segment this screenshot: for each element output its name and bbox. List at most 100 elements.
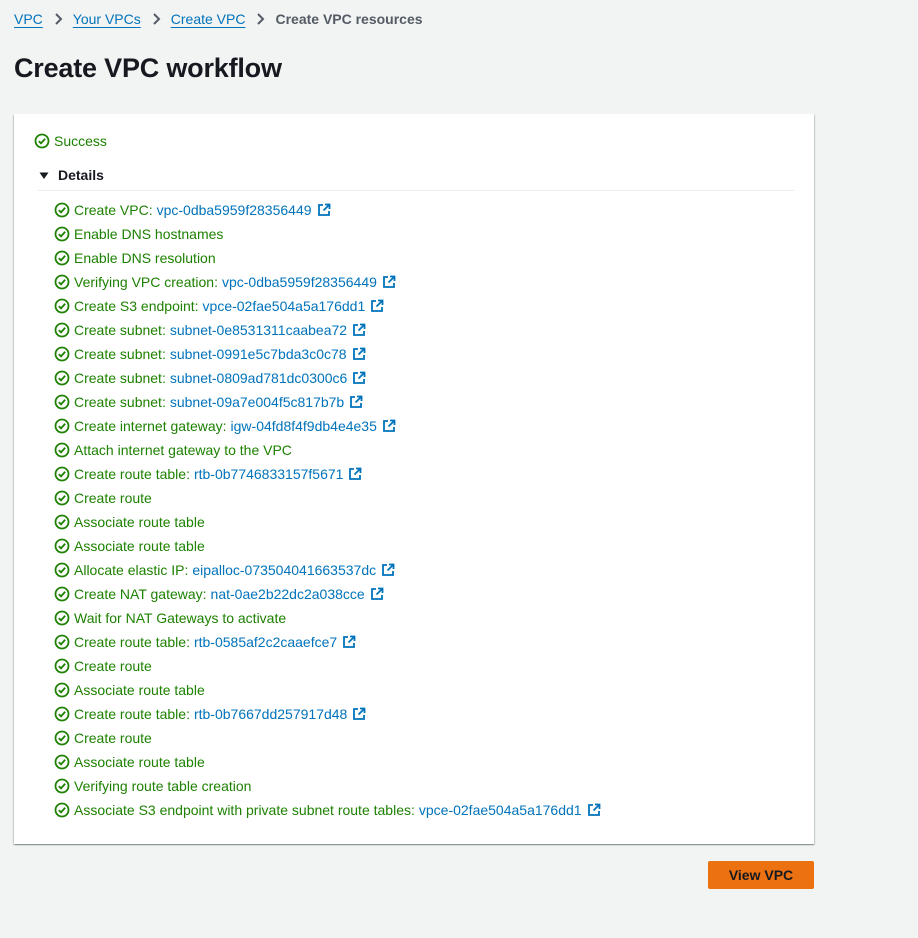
workflow-step: Associate route table <box>54 678 601 702</box>
external-link-icon[interactable] <box>317 203 331 217</box>
step-resource-link[interactable]: subnet-0809ad781dc0300c6 <box>170 370 348 386</box>
status-indicator: Success <box>34 131 107 151</box>
workflow-step: Verifying VPC creation: vpc-0dba5959f2835… <box>54 270 601 294</box>
workflow-step: Wait for NAT Gateways to activate <box>54 606 601 630</box>
step-resource-link[interactable]: nat-0ae2b22dc2a038cce <box>211 586 365 602</box>
external-link-icon[interactable] <box>352 707 366 721</box>
workflow-step: Enable DNS resolution <box>54 246 601 270</box>
breadcrumb-create-vpc[interactable]: Create VPC <box>171 11 246 27</box>
step-text: Verifying route table creation <box>74 778 252 794</box>
external-link-icon[interactable] <box>352 323 366 337</box>
check-circle-icon <box>54 346 70 362</box>
step-resource-link[interactable]: rtb-0585af2c2caaefce7 <box>194 634 337 650</box>
step-resource-link[interactable]: subnet-09a7e004f5c817b7b <box>170 394 344 410</box>
check-circle-icon <box>54 778 70 794</box>
breadcrumb: VPC Your VPCs Create VPC Create VPC reso… <box>14 9 423 29</box>
workflow-step: Create S3 endpoint: vpce-02fae504a5a176dd… <box>54 294 601 318</box>
workflow-step: Associate route table <box>54 510 601 534</box>
step-text: Allocate elastic IP: <box>74 562 189 578</box>
workflow-step: Create route table: rtb-0b7746833157f5671 <box>54 462 601 486</box>
check-circle-icon <box>54 394 70 410</box>
workflow-step: Create subnet: subnet-0991e5c7bda3c0c78 <box>54 342 601 366</box>
step-text: Create route table: <box>74 634 190 650</box>
check-circle-icon <box>34 133 50 149</box>
step-resource-link[interactable]: vpc-0dba5959f28356449 <box>157 202 312 218</box>
step-resource-link[interactable]: igw-04fd8f4f9db4e4e35 <box>231 418 377 434</box>
step-text: Create internet gateway: <box>74 418 227 434</box>
workflow-step: Associate route table <box>54 534 601 558</box>
external-link-icon[interactable] <box>370 587 384 601</box>
step-text: Create route <box>74 730 152 746</box>
external-link-icon[interactable] <box>382 419 396 433</box>
step-resource-link[interactable]: rtb-0b7746833157f5671 <box>194 466 343 482</box>
external-link-icon[interactable] <box>382 275 396 289</box>
page-title: Create VPC workflow <box>14 53 282 83</box>
check-circle-icon <box>54 442 70 458</box>
step-text: Create route <box>74 658 152 674</box>
workflow-panel: Success Details Create VPC: vpc-0dba5959f… <box>14 114 814 844</box>
external-link-icon[interactable] <box>381 563 395 577</box>
step-text: Associate route table <box>74 682 205 698</box>
external-link-icon[interactable] <box>352 347 366 361</box>
step-text: Associate route table <box>74 754 205 770</box>
check-circle-icon <box>54 202 70 218</box>
step-resource-link[interactable]: subnet-0991e5c7bda3c0c78 <box>170 346 347 362</box>
external-link-icon[interactable] <box>349 395 363 409</box>
caret-down-icon <box>38 170 50 182</box>
step-text: Create route table: <box>74 706 190 722</box>
workflow-step: Create route <box>54 486 601 510</box>
details-toggle[interactable]: Details <box>38 167 794 191</box>
workflow-step: Associate route table <box>54 750 601 774</box>
workflow-step: Create route table: rtb-0b7667dd257917d48 <box>54 702 601 726</box>
workflow-step: Attach internet gateway to the VPC <box>54 438 601 462</box>
check-circle-icon <box>54 250 70 266</box>
view-vpc-button[interactable]: View VPC <box>708 861 814 889</box>
workflow-step: Create internet gateway: igw-04fd8f4f9db4… <box>54 414 601 438</box>
chevron-right-icon <box>256 12 265 26</box>
external-link-icon[interactable] <box>352 371 366 385</box>
check-circle-icon <box>54 658 70 674</box>
external-link-icon[interactable] <box>587 803 601 817</box>
breadcrumb-vpc[interactable]: VPC <box>14 11 43 27</box>
details-label: Details <box>58 167 104 183</box>
check-circle-icon <box>54 754 70 770</box>
steps-list: Create VPC: vpc-0dba5959f28356449 Enable D… <box>54 198 601 822</box>
check-circle-icon <box>54 490 70 506</box>
step-text: Create subnet: <box>74 346 166 362</box>
check-circle-icon <box>54 370 70 386</box>
external-link-icon[interactable] <box>348 467 362 481</box>
check-circle-icon <box>54 682 70 698</box>
breadcrumb-current: Create VPC resources <box>275 11 423 27</box>
check-circle-icon <box>54 226 70 242</box>
status-label: Success <box>54 133 107 149</box>
check-circle-icon <box>54 298 70 314</box>
step-text: Create route table: <box>74 466 190 482</box>
step-resource-link[interactable]: rtb-0b7667dd257917d48 <box>194 706 347 722</box>
check-circle-icon <box>54 538 70 554</box>
step-resource-link[interactable]: vpce-02fae504a5a176dd1 <box>203 298 366 314</box>
external-link-icon[interactable] <box>370 299 384 313</box>
step-text: Verifying VPC creation: <box>74 274 218 290</box>
external-link-icon[interactable] <box>342 635 356 649</box>
step-resource-link[interactable]: vpc-0dba5959f28356449 <box>222 274 377 290</box>
workflow-step: Create VPC: vpc-0dba5959f28356449 <box>54 198 601 222</box>
breadcrumb-your-vpcs[interactable]: Your VPCs <box>73 11 141 27</box>
step-text: Associate route table <box>74 514 205 530</box>
check-circle-icon <box>54 274 70 290</box>
workflow-step: Create subnet: subnet-0809ad781dc0300c6 <box>54 366 601 390</box>
step-text: Associate route table <box>74 538 205 554</box>
check-circle-icon <box>54 634 70 650</box>
chevron-right-icon <box>152 12 161 26</box>
step-resource-link[interactable]: vpce-02fae504a5a176dd1 <box>419 802 582 818</box>
step-text: Create NAT gateway: <box>74 586 207 602</box>
step-resource-link[interactable]: subnet-0e8531311caabea72 <box>170 322 347 338</box>
check-circle-icon <box>54 514 70 530</box>
workflow-step: Allocate elastic IP: eipalloc-07350404166… <box>54 558 601 582</box>
check-circle-icon <box>54 322 70 338</box>
step-resource-link[interactable]: eipalloc-073504041663537dc <box>192 562 376 578</box>
check-circle-icon <box>54 802 70 818</box>
check-circle-icon <box>54 562 70 578</box>
step-text: Wait for NAT Gateways to activate <box>74 610 287 626</box>
step-text: Create S3 endpoint: <box>74 298 199 314</box>
step-text: Create subnet: <box>74 322 166 338</box>
